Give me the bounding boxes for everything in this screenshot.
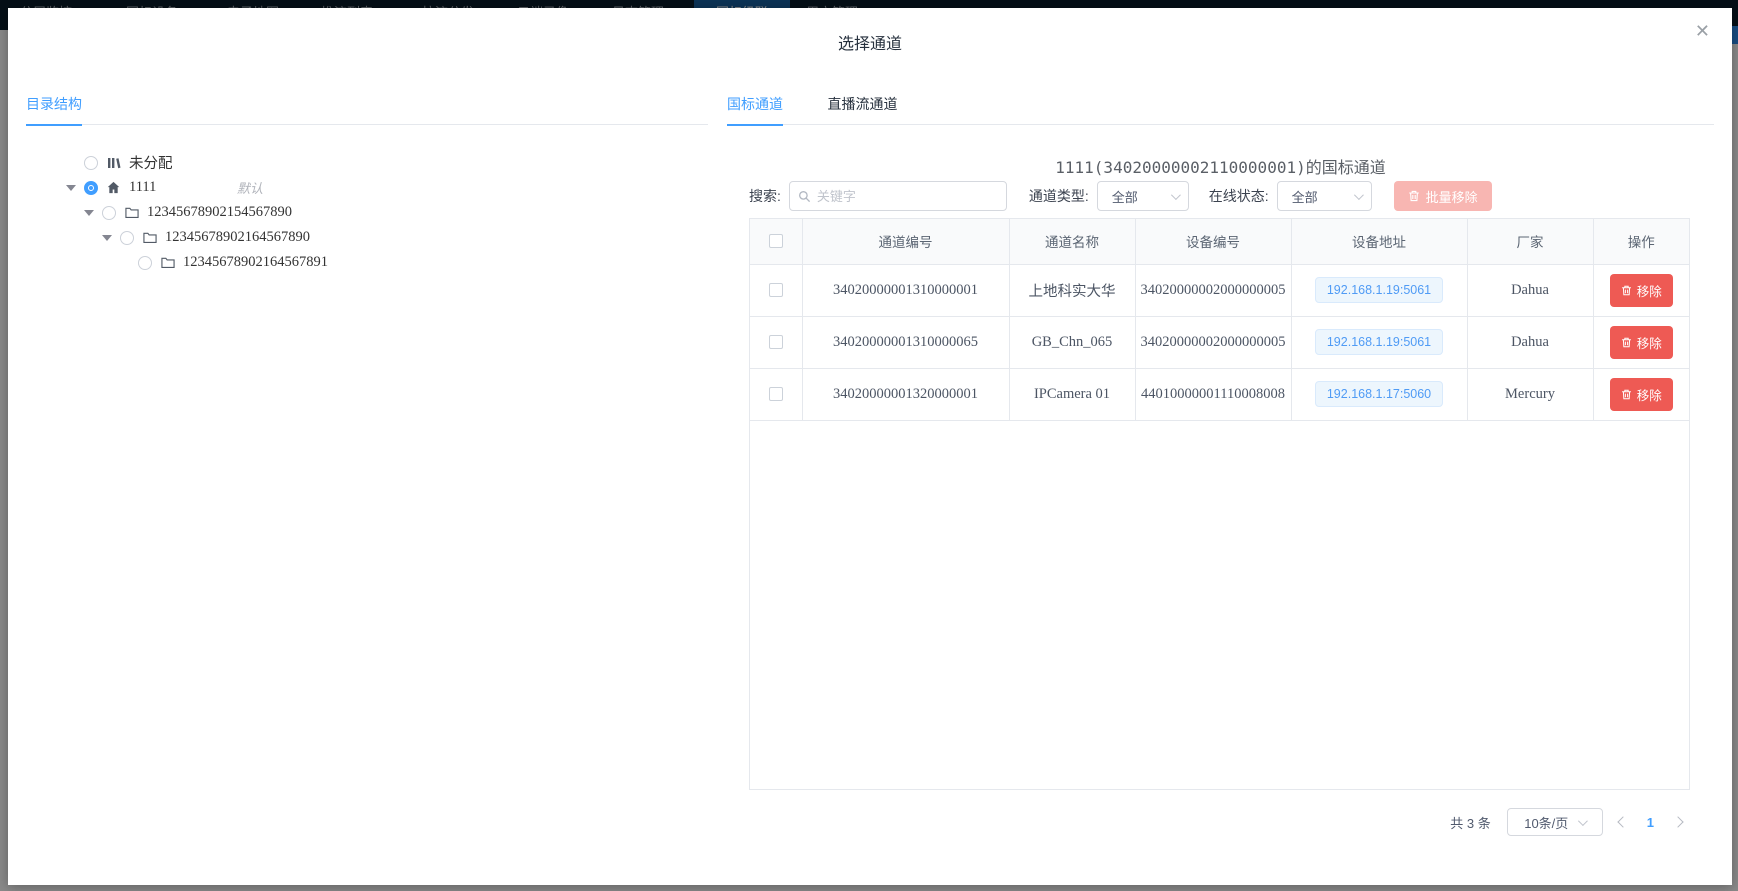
tab-livestream-channel[interactable]: 直播流通道 — [827, 91, 897, 125]
radio-unchecked[interactable] — [84, 156, 98, 170]
cell-device-id: 44010000001110008008 — [1135, 368, 1291, 420]
col-vendor: 厂家 — [1467, 219, 1593, 264]
table-row: 34020000001310000065 GB_Chn_065 34020000… — [750, 316, 1689, 368]
caret-down-icon[interactable] — [66, 185, 76, 191]
tree-node-1111[interactable]: 1111 默认 — [26, 175, 708, 200]
folder-icon — [143, 231, 158, 244]
trash-icon — [1621, 285, 1632, 296]
remove-button[interactable]: 移除 — [1610, 378, 1673, 411]
trash-icon — [1621, 389, 1632, 400]
cell-vendor: Dahua — [1467, 264, 1593, 316]
device-address-badge: 192.168.1.19:5061 — [1315, 329, 1443, 355]
tree-node-folder[interactable]: 12345678902154567890 — [26, 200, 708, 225]
channel-table: 通道编号 通道名称 设备编号 设备地址 厂家 操作 34020000001310… — [749, 218, 1690, 790]
prev-page-icon[interactable] — [1617, 816, 1628, 827]
channel-type-label: 通道类型: — [1029, 186, 1089, 206]
search-icon — [798, 190, 811, 203]
filter-row: 搜索: 通道类型: 全部 在线状态: 全部 批量移除 — [749, 181, 1492, 211]
table-row: 34020000001310000001 上地科实大华 340200000020… — [750, 264, 1689, 316]
online-status-value: 全部 — [1292, 187, 1318, 206]
cell-device-id: 34020000002000000005 — [1135, 316, 1291, 368]
cell-channel-id: 34020000001310000001 — [802, 264, 1009, 316]
caret-down-icon[interactable] — [102, 235, 112, 241]
tree-node-label: 12345678902164567890 — [165, 229, 310, 246]
close-icon[interactable]: ✕ — [1695, 22, 1710, 40]
tree-node-folder[interactable]: 12345678902164567890 — [26, 225, 708, 250]
tree-node-label: 12345678902164567891 — [183, 254, 328, 271]
col-action: 操作 — [1593, 219, 1689, 264]
tree-node-label: 1111 — [129, 179, 156, 196]
home-icon — [107, 181, 122, 194]
search-box — [789, 181, 1007, 211]
select-all-checkbox[interactable] — [769, 234, 783, 248]
cell-channel-name: 上地科实大华 — [1009, 264, 1135, 316]
radio-unchecked[interactable] — [102, 206, 116, 220]
chevron-down-icon — [1171, 190, 1181, 200]
right-tabbar: 国标通道 直播流通道 — [727, 91, 1714, 125]
chevron-down-icon — [1578, 816, 1588, 826]
cell-vendor: Dahua — [1467, 316, 1593, 368]
row-checkbox[interactable] — [769, 283, 783, 297]
tree-node-unassigned[interactable]: 未分配 — [26, 150, 708, 175]
folder-icon — [125, 206, 140, 219]
next-page-icon[interactable] — [1672, 816, 1683, 827]
channel-type-value: 全部 — [1112, 187, 1138, 206]
online-status-select[interactable]: 全部 — [1277, 181, 1372, 211]
row-checkbox[interactable] — [769, 387, 783, 401]
tab-directory-structure[interactable]: 目录结构 — [26, 91, 82, 125]
col-channel-id: 通道编号 — [802, 219, 1009, 264]
online-status-label: 在线状态: — [1209, 186, 1269, 206]
remove-button[interactable]: 移除 — [1610, 326, 1673, 359]
cell-channel-name: GB_Chn_065 — [1009, 316, 1135, 368]
cell-channel-name: IPCamera 01 — [1009, 368, 1135, 420]
tree-node-folder[interactable]: 12345678902164567891 — [26, 250, 708, 275]
radio-unchecked[interactable] — [120, 231, 134, 245]
table-header-row: 通道编号 通道名称 设备编号 设备地址 厂家 操作 — [750, 219, 1689, 264]
table-row: 34020000001320000001 IPCamera 01 4401000… — [750, 368, 1689, 420]
pagination: 共 3 条 10条/页 1 — [1450, 808, 1682, 836]
folder-icon — [161, 256, 176, 269]
device-address-badge: 192.168.1.17:5060 — [1315, 381, 1443, 407]
col-device-id: 设备编号 — [1135, 219, 1291, 264]
tab-gb-channel[interactable]: 国标通道 — [727, 91, 783, 125]
trash-icon — [1621, 337, 1632, 348]
page-size-select[interactable]: 10条/页 — [1507, 808, 1603, 836]
left-tabbar: 目录结构 — [26, 91, 708, 125]
cell-channel-id: 34020000001320000001 — [802, 368, 1009, 420]
col-device-address: 设备地址 — [1291, 219, 1467, 264]
cell-channel-id: 34020000001310000065 — [802, 316, 1009, 368]
remove-button[interactable]: 移除 — [1610, 274, 1673, 307]
batch-remove-button[interactable]: 批量移除 — [1394, 181, 1492, 211]
tree-node-label: 12345678902154567890 — [147, 204, 292, 221]
default-badge: 默认 — [237, 178, 263, 197]
search-label: 搜索: — [749, 186, 781, 206]
radio-checked[interactable] — [84, 181, 98, 195]
library-icon — [107, 156, 122, 170]
tree-node-label: 未分配 — [129, 152, 173, 173]
channel-type-select[interactable]: 全部 — [1097, 181, 1189, 211]
channel-list-heading: 1111(34020000002110000001)的国标通道 — [727, 154, 1714, 178]
cell-vendor: Mercury — [1467, 368, 1593, 420]
device-address-badge: 192.168.1.19:5061 — [1315, 277, 1443, 303]
current-page[interactable]: 1 — [1643, 815, 1658, 830]
caret-down-icon[interactable] — [84, 210, 94, 216]
dialog-title: 选择通道 — [8, 30, 1732, 54]
chevron-down-icon — [1354, 190, 1364, 200]
radio-unchecked[interactable] — [138, 256, 152, 270]
row-checkbox[interactable] — [769, 335, 783, 349]
directory-tree: 未分配 1111 默认 12345678902154567890 — [26, 150, 708, 275]
select-channel-dialog: 选择通道 ✕ 目录结构 未分配 1111 默认 — [8, 8, 1732, 885]
page-size-value: 10条/页 — [1524, 813, 1568, 832]
cell-device-id: 34020000002000000005 — [1135, 264, 1291, 316]
col-channel-name: 通道名称 — [1009, 219, 1135, 264]
search-input[interactable] — [817, 189, 998, 204]
trash-icon — [1408, 190, 1420, 202]
total-count: 共 3 条 — [1450, 813, 1490, 832]
